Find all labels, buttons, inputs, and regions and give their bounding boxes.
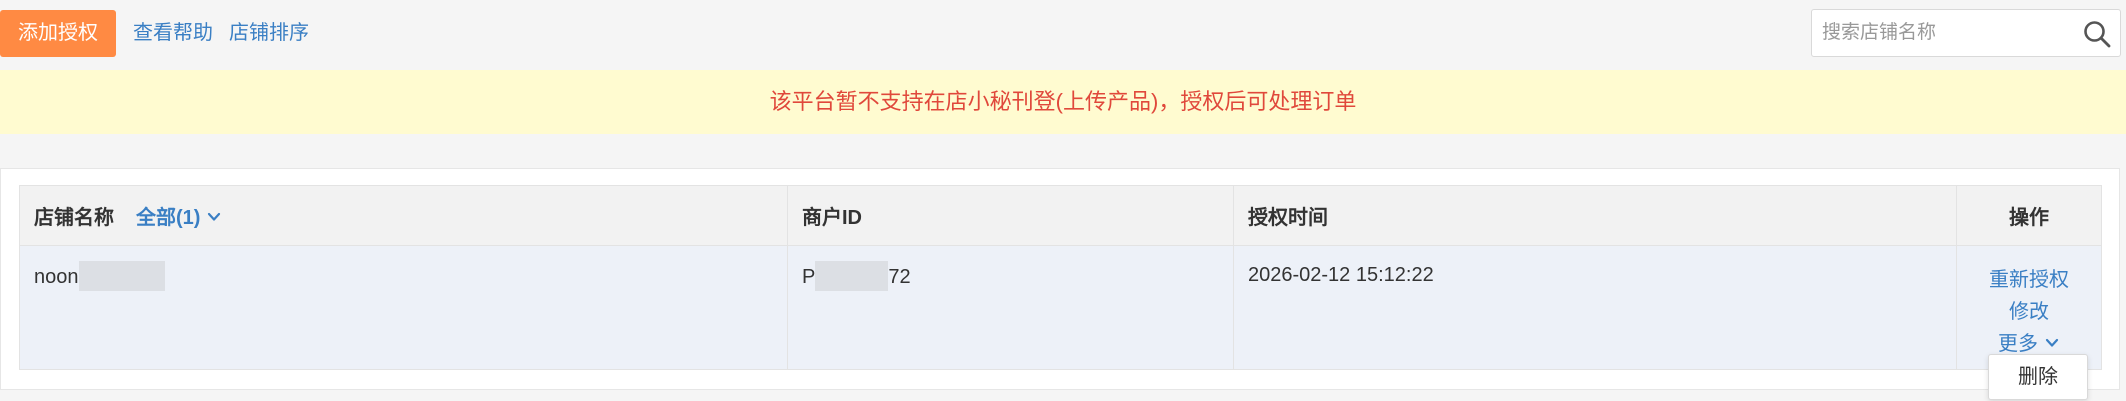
redacted-mask (78, 261, 165, 291)
shop-table: 店铺名称 全部(1) 商户ID 授权时间 操作 noon P 72 2026-02-… (19, 185, 2102, 370)
shop-table-panel: 店铺名称 全部(1) 商户ID 授权时间 操作 noon P 72 2026-02-… (0, 168, 2120, 390)
add-authorization-button[interactable]: 添加授权 (0, 10, 116, 57)
cell-auth-time: 2026-02-12 15:12:22 (1233, 245, 1957, 370)
search-input[interactable] (1822, 10, 2072, 56)
chevron-down-icon (208, 213, 221, 221)
shop-name-text: noon (34, 265, 79, 288)
more-label: 更多 (1998, 333, 2038, 355)
cell-actions: 重新授权 修改 更多 (1956, 245, 2102, 370)
search-icon[interactable] (2082, 19, 2112, 49)
merchant-id-suffix: 72 (888, 265, 911, 288)
more-menu: 删除 (1988, 354, 2088, 400)
edit-link[interactable]: 修改 (1971, 296, 2087, 328)
chevron-down-icon (2045, 339, 2059, 347)
search-box (1811, 9, 2121, 57)
redacted-mask (815, 261, 889, 291)
header-shop-name-label: 店铺名称 (34, 207, 114, 229)
table-row: noon P 72 2026-02-12 15:12:22 重新授权 修改 更多 (19, 245, 2102, 370)
cell-shop-name: noon (19, 245, 788, 370)
toolbar: 添加授权 查看帮助 店铺排序 (0, 0, 2126, 64)
cell-merchant-id: P 72 (787, 245, 1234, 370)
shop-filter-dropdown[interactable]: 全部(1) (136, 207, 222, 229)
header-shop-name: 店铺名称 全部(1) (19, 185, 788, 246)
header-actions: 操作 (1956, 185, 2102, 246)
shop-filter-label: 全部(1) (136, 207, 201, 229)
header-merchant-id: 商户ID (787, 185, 1234, 246)
reauthorize-link[interactable]: 重新授权 (1971, 264, 2087, 296)
shop-sort-link[interactable]: 店铺排序 (229, 10, 309, 57)
delete-menu-item[interactable]: 删除 (1989, 355, 2087, 399)
table-header-row: 店铺名称 全部(1) 商户ID 授权时间 操作 (19, 185, 2102, 246)
header-auth-time: 授权时间 (1233, 185, 1957, 246)
platform-notice: 该平台暂不支持在店小秘刊登(上传产品)，授权后可处理订单 (0, 70, 2126, 134)
view-help-link[interactable]: 查看帮助 (133, 10, 213, 57)
merchant-id-prefix: P (802, 265, 816, 288)
